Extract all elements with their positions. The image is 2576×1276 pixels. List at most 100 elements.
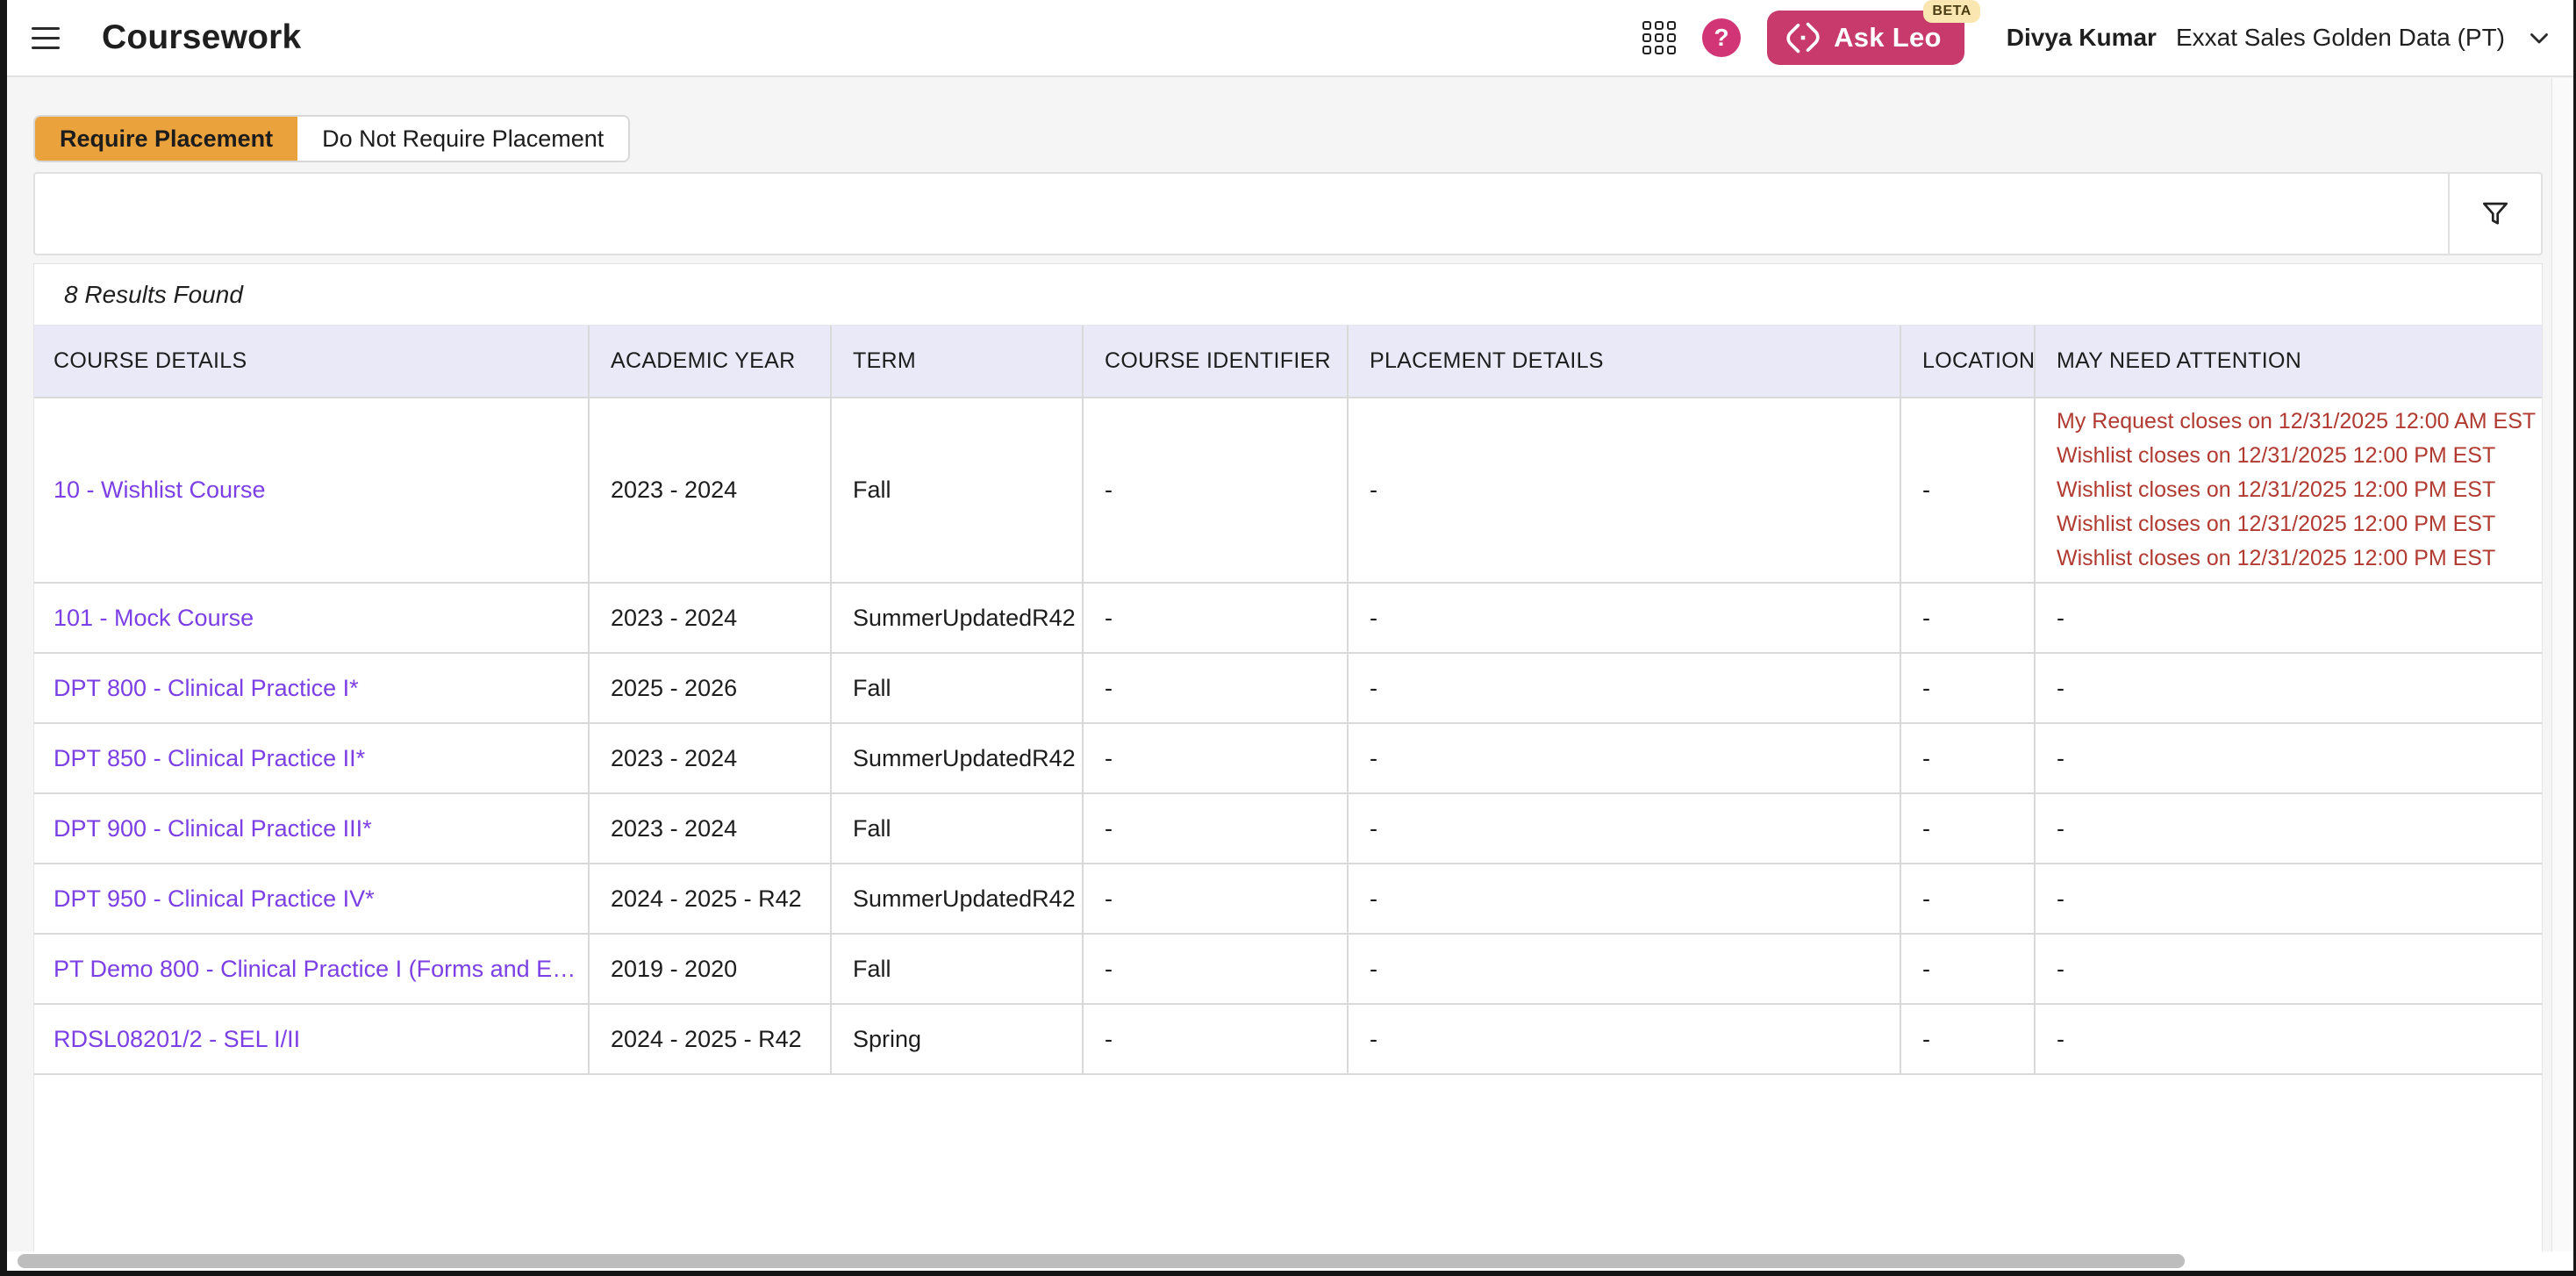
chevron-down-icon[interactable] (2524, 23, 2554, 53)
attention-cell: - (2035, 653, 2542, 723)
table-row: DPT 800 - Clinical Practice I* 2025 - 20… (34, 653, 2542, 723)
hamburger-menu-icon[interactable] (32, 18, 72, 58)
course-link[interactable]: DPT 900 - Clinical Practice III* (54, 815, 577, 842)
term-cell: Fall (831, 793, 1083, 864)
location-cell: - (1900, 793, 2035, 864)
leo-logo-icon (1785, 19, 1821, 56)
col-term: TERM (831, 326, 1083, 398)
attention-cell: - (2035, 934, 2542, 1004)
attention-cell: My Request closes on 12/31/2025 12:00 AM… (2035, 398, 2542, 583)
course-link[interactable]: DPT 950 - Clinical Practice IV* (54, 885, 577, 913)
placement-cell: - (1348, 1004, 1900, 1074)
identifier-cell: - (1083, 583, 1348, 653)
account-menu[interactable]: Divya Kumar Exxat Sales Golden Data (PT) (2007, 23, 2554, 53)
identifier-cell: - (1083, 653, 1348, 723)
academic-year-cell: 2023 - 2024 (589, 793, 831, 864)
placement-cell: - (1348, 723, 1900, 793)
attention-cell: - (2035, 1004, 2542, 1074)
app-bar: Coursework ? Ask Leo BETA (7, 0, 2573, 77)
col-placement-details: PLACEMENT DETAILS (1348, 326, 1900, 398)
attention-line: Wishlist closes on 12/31/2025 12:00 PM E… (2057, 439, 2531, 473)
table-row: DPT 850 - Clinical Practice II* 2023 - 2… (34, 723, 2542, 793)
table-row: DPT 950 - Clinical Practice IV* 2024 - 2… (34, 864, 2542, 934)
page-title: Coursework (102, 18, 301, 57)
attention-line: Wishlist closes on 12/31/2025 12:00 PM E… (2057, 507, 2531, 541)
location-cell: - (1900, 583, 2035, 653)
placement-tabset: Require Placement Do Not Require Placeme… (33, 115, 630, 162)
identifier-cell: - (1083, 934, 1348, 1004)
placement-cell: - (1348, 653, 1900, 723)
col-academic-year: ACADEMIC YEAR (589, 326, 831, 398)
location-cell: - (1900, 934, 2035, 1004)
term-cell: Fall (831, 934, 1083, 1004)
table-header-row: COURSE DETAILS ACADEMIC YEAR TERM COURSE… (34, 326, 2542, 398)
attention-cell: - (2035, 864, 2542, 934)
course-link[interactable]: 101 - Mock Course (54, 605, 577, 632)
attention-line: Wishlist closes on 12/31/2025 12:00 PM E… (2057, 541, 2531, 576)
term-cell: SummerUpdatedR42 (831, 583, 1083, 653)
table-row: DPT 900 - Clinical Practice III* 2023 - … (34, 793, 2542, 864)
table-row: RDSL08201/2 - SEL I/II 2024 - 2025 - R42… (34, 1004, 2542, 1074)
location-cell: - (1900, 723, 2035, 793)
placement-cell: - (1348, 864, 1900, 934)
filter-bar (33, 172, 2543, 255)
term-cell: SummerUpdatedR42 (831, 864, 1083, 934)
term-cell: Spring (831, 1004, 1083, 1074)
col-course-identifier: COURSE IDENTIFIER (1083, 326, 1348, 398)
placement-cell: - (1348, 793, 1900, 864)
col-location: LOCATION ... (1900, 326, 2035, 398)
table-row: PT Demo 800 - Clinical Practice I (Forms… (34, 934, 2542, 1004)
placement-cell: - (1348, 398, 1900, 583)
tab-require-placement[interactable]: Require Placement (35, 117, 297, 161)
filter-bar-spacer (35, 174, 2448, 254)
placement-cell: - (1348, 934, 1900, 1004)
attention-line: Wishlist closes on 12/31/2025 12:00 PM E… (2057, 473, 2531, 507)
filter-button[interactable] (2448, 174, 2541, 254)
results-count: 8 Results Found (34, 264, 2542, 326)
location-cell: - (1900, 398, 2035, 583)
location-cell: - (1900, 864, 2035, 934)
horizontal-scrollbar-track[interactable] (7, 1251, 2573, 1271)
help-icon[interactable]: ? (1702, 18, 1741, 57)
course-link[interactable]: 10 - Wishlist Course (54, 477, 577, 504)
identifier-cell: - (1083, 793, 1348, 864)
attention-cell: - (2035, 793, 2542, 864)
course-link[interactable]: DPT 850 - Clinical Practice II* (54, 745, 577, 772)
term-cell: Fall (831, 398, 1083, 583)
course-link[interactable]: RDSL08201/2 - SEL I/II (54, 1026, 577, 1053)
horizontal-scrollbar-thumb[interactable] (18, 1254, 2185, 1268)
course-link[interactable]: DPT 800 - Clinical Practice I* (54, 675, 577, 702)
app-bar-right: ? Ask Leo BETA Divya Kumar Exxat Sal (1642, 11, 2559, 65)
location-cell: - (1900, 653, 2035, 723)
ask-leo-label: Ask Leo (1834, 22, 1942, 54)
academic-year-cell: 2024 - 2025 - R42 (589, 864, 831, 934)
term-cell: Fall (831, 653, 1083, 723)
vertical-scrollbar-track[interactable] (2551, 78, 2573, 1253)
apps-grid-icon[interactable] (1642, 21, 1676, 54)
tab-do-not-require-placement[interactable]: Do Not Require Placement (297, 117, 628, 161)
attention-cell: - (2035, 723, 2542, 793)
placement-cell: - (1348, 583, 1900, 653)
attention-line: My Request closes on 12/31/2025 12:00 AM… (2057, 405, 2531, 439)
identifier-cell: - (1083, 864, 1348, 934)
academic-year-cell: 2019 - 2020 (589, 934, 831, 1004)
filter-funnel-icon (2479, 197, 2512, 231)
academic-year-cell: 2023 - 2024 (589, 398, 831, 583)
identifier-cell: - (1083, 398, 1348, 583)
academic-year-cell: 2023 - 2024 (589, 723, 831, 793)
academic-year-cell: 2023 - 2024 (589, 583, 831, 653)
identifier-cell: - (1083, 723, 1348, 793)
table-row: 10 - Wishlist Course 2023 - 2024 Fall - … (34, 398, 2542, 583)
col-may-need-attention: MAY NEED ATTENTION (2035, 326, 2542, 398)
account-name: Exxat Sales Golden Data (PT) (2176, 24, 2505, 52)
attention-cell: - (2035, 583, 2542, 653)
academic-year-cell: 2025 - 2026 (589, 653, 831, 723)
course-link[interactable]: PT Demo 800 - Clinical Practice I (Forms… (54, 956, 577, 983)
user-name: Divya Kumar (2007, 24, 2157, 52)
col-course-details: COURSE DETAILS (34, 326, 589, 398)
app-window: Coursework ? Ask Leo BETA (0, 0, 2576, 1276)
coursework-table: COURSE DETAILS ACADEMIC YEAR TERM COURSE… (34, 326, 2542, 1075)
table-row: 101 - Mock Course 2023 - 2024 SummerUpda… (34, 583, 2542, 653)
results-panel: 8 Results Found COURSE DETAILS ACADEMIC … (33, 263, 2543, 1253)
ask-leo-button[interactable]: Ask Leo BETA (1767, 11, 1964, 65)
